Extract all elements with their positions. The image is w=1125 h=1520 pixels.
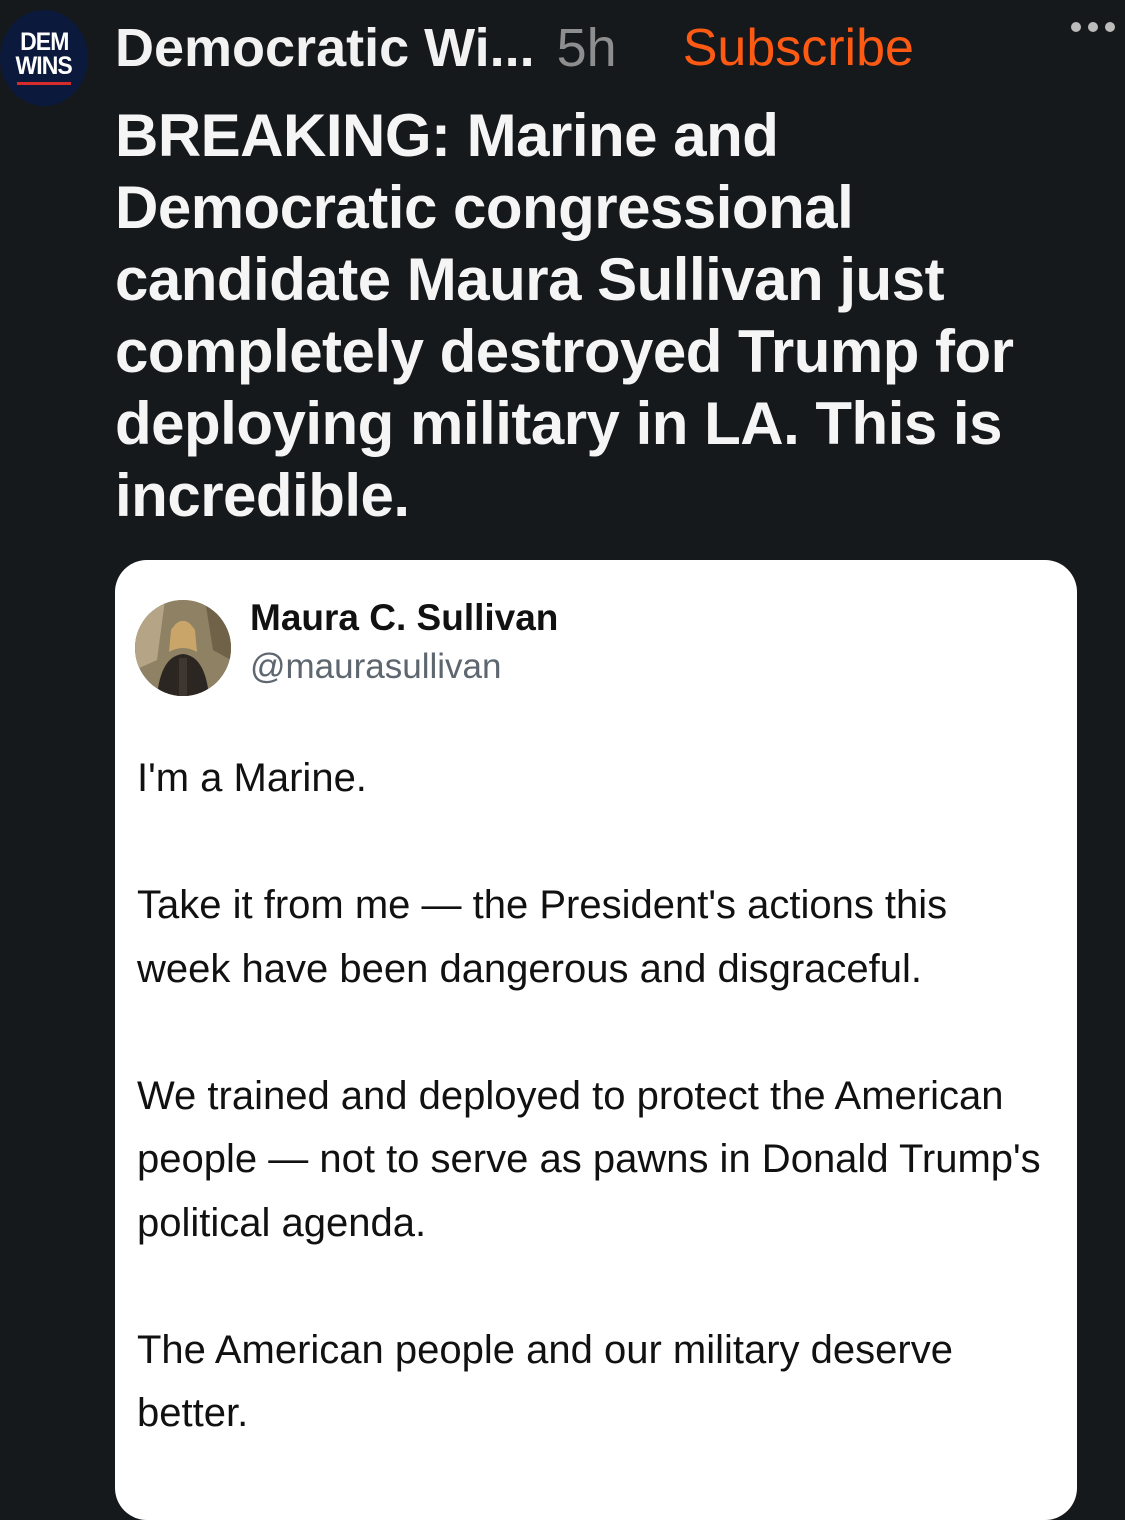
avatar-text-line2: WINS xyxy=(15,52,73,80)
tweet-paragraph: The American people and our military des… xyxy=(137,1327,953,1436)
author-photo-icon xyxy=(135,600,231,696)
more-dot xyxy=(1105,22,1115,32)
tweet-paragraph: We trained and deployed to protect the A… xyxy=(137,1073,1041,1245)
author-avatar[interactable] xyxy=(135,600,231,696)
author-handle[interactable]: @maurasullivan xyxy=(250,647,501,687)
tweet-paragraph: I'm a Marine. xyxy=(137,756,367,800)
more-dot xyxy=(1088,22,1098,32)
post-time: 5h xyxy=(556,18,617,78)
embedded-post-card[interactable]: Maura C. Sullivan @maurasullivan I'm a M… xyxy=(115,560,1077,1520)
subscribe-button[interactable]: Subscribe xyxy=(683,18,914,78)
embedded-post-text: I'm a Marine. Take it from me — the Pres… xyxy=(137,747,1047,1509)
author-name[interactable]: Maura C. Sullivan xyxy=(250,597,558,639)
tweet-paragraph: Take it from me — the President's action… xyxy=(137,883,948,991)
avatar-underline xyxy=(17,81,71,85)
post-header: Democratic Wi... 5h Subscribe xyxy=(115,12,1085,84)
dem-wins-avatar[interactable]: DEM WINS xyxy=(0,10,88,106)
more-dot xyxy=(1071,22,1081,32)
more-options-icon[interactable] xyxy=(1071,22,1115,32)
post-headline: BREAKING: Marine and Democratic congress… xyxy=(115,102,1014,529)
account-name[interactable]: Democratic Wi... xyxy=(115,17,535,79)
